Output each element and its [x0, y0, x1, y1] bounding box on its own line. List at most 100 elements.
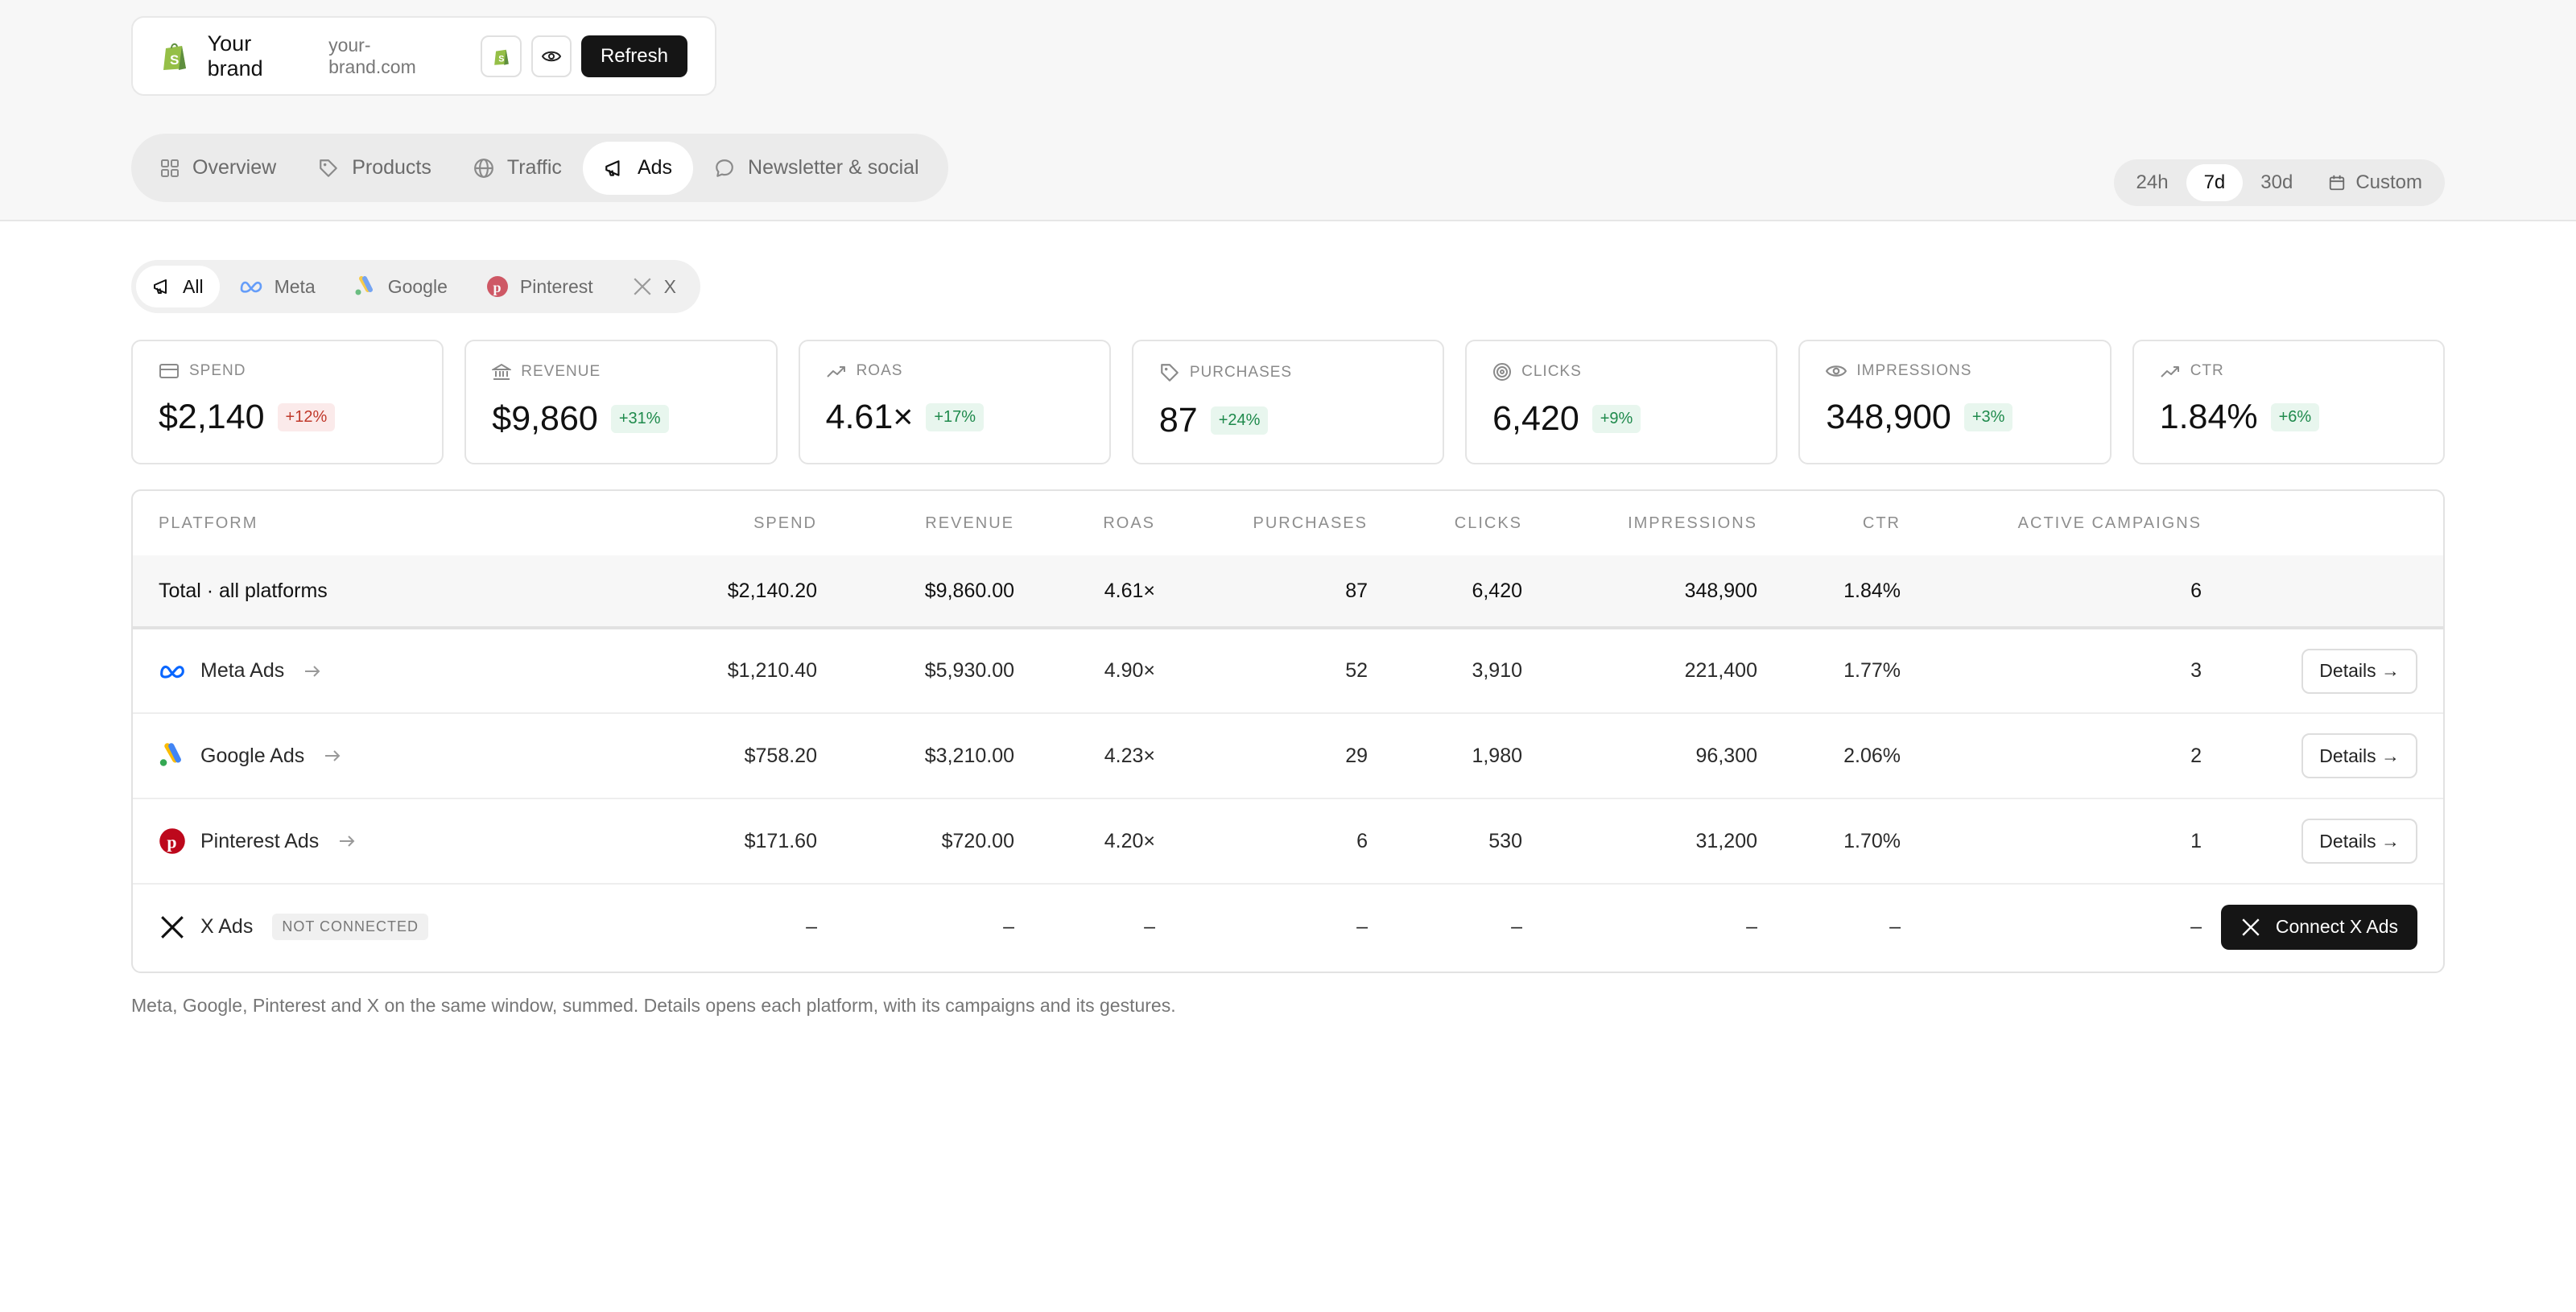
- table-header-row: PLATFORM SPEND REVENUE ROAS PURCHASES CL…: [133, 491, 2443, 555]
- meta-logo-icon: [160, 665, 184, 679]
- kpi-value: 4.61×: [825, 398, 914, 436]
- connect-x-ads-button[interactable]: Connect X Ads: [2220, 904, 2417, 950]
- platform-name-link[interactable]: Pinterest Ads: [200, 830, 319, 853]
- tab-label: Newsletter & social: [748, 156, 919, 179]
- arrow-right-icon[interactable]: [338, 835, 356, 848]
- total-label: Total · all platforms: [133, 555, 600, 628]
- kpi-card-clicks: CLICKS 6,420 +9%: [1465, 340, 1778, 464]
- col-header-ctr[interactable]: CTR: [1757, 491, 1901, 555]
- kpi-value: 6,420: [1492, 399, 1579, 438]
- col-header-active-campaigns[interactable]: ACTIVE CAMPAIGNS: [1901, 491, 2202, 555]
- tag-icon: [320, 159, 338, 177]
- shopify-logo-icon: S: [160, 40, 190, 72]
- preview-button[interactable]: [530, 35, 572, 77]
- cell-active-campaigns: 1: [1901, 798, 2202, 884]
- megaphone-icon: [154, 279, 167, 294]
- col-header-platform[interactable]: PLATFORM: [133, 491, 600, 555]
- kpi-delta-badge: +31%: [610, 405, 669, 433]
- filter-label: X: [663, 275, 676, 297]
- range-24h[interactable]: 24h: [2119, 164, 2186, 201]
- svg-text:S: S: [498, 54, 504, 64]
- tab-ads[interactable]: Ads: [582, 141, 694, 195]
- globe-icon: [473, 158, 493, 178]
- col-header-clicks[interactable]: CLICKS: [1368, 491, 1522, 555]
- kpi-label: IMPRESSIONS: [1856, 362, 1972, 379]
- megaphone-icon: [605, 159, 620, 176]
- kpi-value: $9,860: [492, 399, 598, 438]
- col-header-spend[interactable]: SPEND: [600, 491, 817, 555]
- range-custom[interactable]: Custom: [2310, 164, 2440, 201]
- platform-name-link[interactable]: Meta Ads: [200, 659, 284, 683]
- shopify-store-button[interactable]: S: [481, 35, 522, 77]
- cell-ctr: 2.06%: [1757, 712, 1901, 798]
- cell-clicks: 3,910: [1472, 659, 1522, 682]
- shopify-icon: S: [493, 49, 509, 65]
- filter-pinterest[interactable]: p Pinterest: [467, 266, 613, 307]
- details-button[interactable]: Details →: [2301, 733, 2417, 778]
- filter-google[interactable]: Google: [335, 266, 467, 307]
- tab-products[interactable]: Products: [297, 142, 452, 195]
- kpi-label: SPEND: [189, 362, 246, 379]
- arrow-right-icon[interactable]: [324, 749, 341, 762]
- connect-label: Connect X Ads: [2275, 916, 2398, 937]
- cell-impressions: 221,400: [1684, 659, 1757, 682]
- range-custom-label: Custom: [2355, 171, 2422, 193]
- brand-domain: your-brand.com: [328, 34, 416, 77]
- tab-label: Overview: [192, 156, 277, 179]
- cell-impressions: –: [1522, 883, 1757, 969]
- kpi-cards: SPEND $2,140 +12% REVENUE $9,860 +31% RO…: [131, 340, 2445, 464]
- col-header-purchases[interactable]: PURCHASES: [1155, 491, 1368, 555]
- cell-clicks: –: [1368, 883, 1522, 969]
- tab-overview[interactable]: Overview: [139, 142, 297, 195]
- kpi-delta-badge: +17%: [926, 403, 985, 431]
- cell-active-campaigns: –: [1901, 883, 2202, 969]
- cell-ctr: 1.70%: [1757, 798, 1901, 884]
- google-ads-logo-icon: [355, 276, 373, 295]
- col-header-impressions[interactable]: IMPRESSIONS: [1522, 491, 1757, 555]
- cell-roas: 4.23×: [1014, 712, 1155, 798]
- col-header-roas[interactable]: ROAS: [1014, 491, 1155, 555]
- filter-meta[interactable]: Meta: [220, 266, 335, 307]
- filter-label: Google: [387, 275, 448, 297]
- svg-text:S: S: [170, 52, 179, 68]
- meta-logo-icon: [240, 281, 262, 293]
- platform-name-link[interactable]: Google Ads: [200, 745, 304, 768]
- total-ctr: 1.84%: [1757, 555, 1901, 628]
- eye-icon: [1826, 365, 1847, 377]
- cell-roas: –: [1014, 883, 1155, 969]
- kpi-delta-badge: +6%: [2270, 403, 2320, 431]
- kpi-label: REVENUE: [521, 363, 601, 380]
- cell-purchases: 52: [1345, 659, 1368, 682]
- arrow-right-icon[interactable]: [303, 665, 321, 678]
- col-header-revenue[interactable]: REVENUE: [817, 491, 1014, 555]
- kpi-value: $2,140: [159, 398, 265, 436]
- filter-all[interactable]: All: [136, 266, 220, 307]
- filter-label: Meta: [274, 275, 316, 297]
- details-button[interactable]: Details →: [2301, 819, 2417, 864]
- cell-impressions: 96,300: [1522, 712, 1757, 798]
- platform-name: X Ads: [200, 915, 254, 938]
- tab-label: Products: [352, 156, 431, 179]
- total-revenue: $9,860.00: [817, 555, 1014, 628]
- chat-icon: [716, 159, 733, 177]
- total-spend: $2,140.20: [600, 555, 817, 628]
- kpi-delta-badge: +12%: [277, 403, 336, 431]
- filter-x[interactable]: X: [613, 266, 696, 307]
- cell-roas: 4.20×: [1014, 798, 1155, 884]
- cell-spend: $758.20: [600, 712, 817, 798]
- eye-icon: [541, 51, 561, 61]
- range-7d[interactable]: 7d: [2186, 164, 2244, 201]
- card-icon: [159, 364, 179, 378]
- refresh-button[interactable]: Refresh: [580, 35, 687, 77]
- total-impressions: 348,900: [1522, 555, 1757, 628]
- cell-revenue: $720.00: [817, 798, 1014, 884]
- tab-newsletter-social[interactable]: Newsletter & social: [693, 142, 940, 195]
- range-30d[interactable]: 30d: [2243, 164, 2310, 201]
- svg-text:p: p: [493, 279, 501, 295]
- details-button[interactable]: Details →: [2301, 648, 2417, 694]
- tab-traffic[interactable]: Traffic: [452, 142, 583, 195]
- brand-name: Your brand: [207, 31, 263, 80]
- x-logo-icon: [161, 915, 184, 939]
- total-active-campaigns: 6: [1901, 555, 2202, 628]
- cell-ctr: –: [1757, 883, 1901, 969]
